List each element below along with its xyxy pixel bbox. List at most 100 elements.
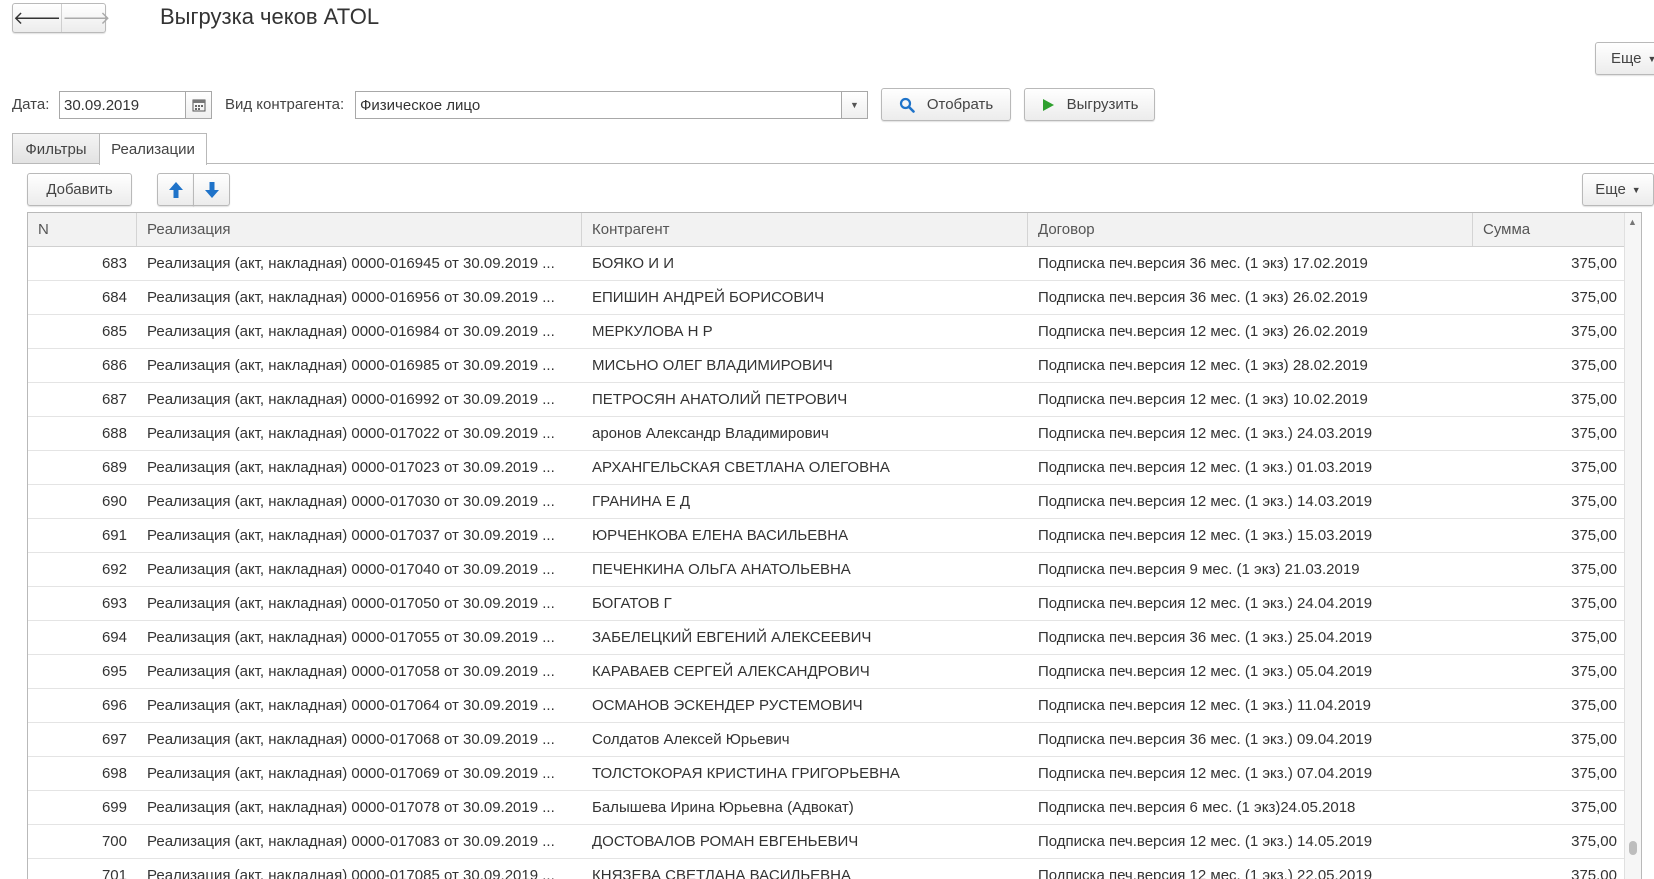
table-row[interactable]: 683 Реализация (акт, накладная) 0000-0169…	[28, 247, 1641, 281]
table-row[interactable]: 692 Реализация (акт, накладная) 0000-0170…	[28, 553, 1641, 587]
cell-sale: Реализация (акт, накладная) 0000-017058 …	[147, 663, 555, 680]
move-up-button[interactable]	[157, 173, 194, 206]
cell-contractor: ТОЛСТОКОРАЯ КРИСТИНА ГРИГОРЬЕВНА	[592, 765, 900, 782]
cell-contractor: ПЕЧЕНКИНА ОЛЬГА АНАТОЛЬЕВНА	[592, 561, 851, 578]
table-row[interactable]: 685 Реализация (акт, накладная) 0000-0169…	[28, 315, 1641, 349]
scroll-up-icon[interactable]: ▲	[1628, 217, 1637, 227]
cell-contract: Подписка печ.версия 12 мес. (1 экз.) 11.…	[1038, 697, 1371, 714]
table-row[interactable]: 696 Реализация (акт, накладная) 0000-0170…	[28, 689, 1641, 723]
cell-contractor: Балышева Ирина Юрьевна (Адвокат)	[592, 799, 854, 816]
table-row[interactable]: 700 Реализация (акт, накладная) 0000-0170…	[28, 825, 1641, 859]
header-more-button[interactable]: Еще ▼	[1595, 42, 1654, 75]
cell-sum: 375,00	[1571, 493, 1617, 510]
cell-contract: Подписка печ.версия 12 мес. (1 экз.) 14.…	[1038, 493, 1373, 510]
cell-contract: Подписка печ.версия 6 мес. (1 экз)24.05.…	[1038, 799, 1356, 816]
export-button[interactable]: Выгрузить	[1024, 88, 1155, 121]
back-button[interactable]: 🡐	[13, 4, 63, 32]
dropdown-button[interactable]: ▼	[842, 91, 868, 119]
arrow-up-icon	[168, 181, 183, 198]
tab-sales-label: Реализации	[111, 141, 195, 158]
cell-sum: 375,00	[1571, 561, 1617, 578]
table-row[interactable]: 697 Реализация (акт, накладная) 0000-0170…	[28, 723, 1641, 757]
scroll-thumb[interactable]	[1629, 841, 1637, 855]
cell-sum: 375,00	[1571, 663, 1617, 680]
cell-sale: Реализация (акт, накладная) 0000-017030 …	[147, 493, 555, 510]
cell-n: 683	[101, 255, 127, 272]
table-row[interactable]: 691 Реализация (акт, накладная) 0000-0170…	[28, 519, 1641, 553]
tab-sales[interactable]: Реализации	[99, 133, 207, 165]
cell-sale: Реализация (акт, накладная) 0000-017040 …	[147, 561, 555, 578]
cell-sale: Реализация (акт, накладная) 0000-017037 …	[147, 527, 555, 544]
chevron-down-icon: ▼	[850, 100, 859, 110]
cell-contract: Подписка печ.версия 12 мес. (1 экз) 26.0…	[1038, 323, 1368, 340]
arrow-left-icon: 🡐	[13, 7, 62, 28]
cell-n: 700	[101, 833, 127, 850]
table-row[interactable]: 689 Реализация (акт, накладная) 0000-0170…	[28, 451, 1641, 485]
cell-contract: Подписка печ.версия 12 мес. (1 экз.) 07.…	[1038, 765, 1373, 782]
table-row[interactable]: 699 Реализация (акт, накладная) 0000-0170…	[28, 791, 1641, 825]
cell-sale: Реализация (акт, накладная) 0000-017022 …	[147, 425, 555, 442]
forward-button[interactable]: 🡒	[62, 4, 110, 32]
cell-sum: 375,00	[1571, 425, 1617, 442]
cell-sum: 375,00	[1571, 765, 1617, 782]
cell-contract: Подписка печ.версия 12 мес. (1 экз.) 01.…	[1038, 459, 1373, 476]
table-row[interactable]: 690 Реализация (акт, накладная) 0000-0170…	[28, 485, 1641, 519]
cell-sale: Реализация (акт, накладная) 0000-017069 …	[147, 765, 555, 782]
cell-n: 693	[101, 595, 127, 612]
table-row[interactable]: 694 Реализация (акт, накладная) 0000-0170…	[28, 621, 1641, 655]
cell-contractor: ОСМАНОВ ЭСКЕНДЕР РУСТЕМОВИЧ	[592, 697, 863, 714]
cell-sale: Реализация (акт, накладная) 0000-017023 …	[147, 459, 555, 476]
calendar-button[interactable]	[186, 91, 212, 119]
cell-contractor: БОГАТОВ Г	[592, 595, 672, 612]
table-row[interactable]: 687 Реализация (акт, накладная) 0000-0169…	[28, 383, 1641, 417]
cell-n: 698	[101, 765, 127, 782]
cell-contract: Подписка печ.версия 36 мес. (1 экз.) 09.…	[1038, 731, 1373, 748]
page-title: Выгрузка чеков ATOL	[160, 4, 380, 29]
table-row[interactable]: 693 Реализация (акт, накладная) 0000-0170…	[28, 587, 1641, 621]
table-row[interactable]: 686 Реализация (акт, накладная) 0000-0169…	[28, 349, 1641, 383]
cell-contract: Подписка печ.версия 9 мес. (1 экз) 21.03…	[1038, 561, 1360, 578]
table-row[interactable]: 698 Реализация (акт, накладная) 0000-0170…	[28, 757, 1641, 791]
table-row[interactable]: 688 Реализация (акт, накладная) 0000-0170…	[28, 417, 1641, 451]
table-row[interactable]: 701 Реализация (акт, накладная) 0000-0170…	[28, 859, 1641, 879]
cell-contract: Подписка печ.версия 12 мес. (1 экз.) 22.…	[1038, 867, 1373, 879]
column-header-n[interactable]: N	[28, 213, 137, 246]
cell-n: 692	[101, 561, 127, 578]
date-field[interactable]: 30.09.2019	[59, 91, 186, 119]
contractor-kind-select[interactable]: Физическое лицо	[355, 91, 842, 119]
arrow-right-icon: 🡒	[62, 7, 111, 28]
table-more-label: Еще	[1595, 181, 1626, 198]
cell-sale: Реализация (акт, накладная) 0000-017050 …	[147, 595, 555, 612]
cell-contractor: ГРАНИНА Е Д	[592, 493, 691, 510]
vertical-scrollbar[interactable]: ▲	[1624, 213, 1641, 879]
table-row[interactable]: 684 Реализация (акт, накладная) 0000-0169…	[28, 281, 1641, 315]
cell-sale: Реализация (акт, накладная) 0000-016956 …	[147, 289, 555, 306]
cell-sum: 375,00	[1571, 527, 1617, 544]
column-header-sale[interactable]: Реализация	[137, 213, 582, 246]
search-icon	[899, 97, 915, 113]
column-header-contractor[interactable]: Контрагент	[582, 213, 1028, 246]
cell-sum: 375,00	[1571, 255, 1617, 272]
cell-contractor: аронов Александр Владимирович	[592, 425, 829, 442]
cell-n: 699	[101, 799, 127, 816]
column-header-contract[interactable]: Договор	[1028, 213, 1473, 246]
table-row[interactable]: 695 Реализация (акт, накладная) 0000-0170…	[28, 655, 1641, 689]
cell-contractor: КАРАВАЕВ СЕРГЕЙ АЛЕКСАНДРОВИЧ	[592, 663, 870, 680]
cell-sum: 375,00	[1571, 459, 1617, 476]
cell-contractor: АРХАНГЕЛЬСКАЯ СВЕТЛАНА ОЛЕГОВНА	[592, 459, 890, 476]
select-button[interactable]: Отобрать	[881, 88, 1011, 121]
column-header-sum[interactable]: Сумма	[1473, 213, 1627, 246]
table-more-button[interactable]: Еще ▼	[1582, 173, 1654, 206]
cell-sum: 375,00	[1571, 357, 1617, 374]
cell-contract: Подписка печ.версия 12 мес. (1 экз) 28.0…	[1038, 357, 1368, 374]
tab-filters[interactable]: Фильтры	[12, 133, 100, 164]
add-button[interactable]: Добавить	[27, 173, 132, 206]
cell-sale: Реализация (акт, накладная) 0000-017068 …	[147, 731, 555, 748]
move-down-button[interactable]	[193, 173, 230, 206]
cell-sum: 375,00	[1571, 595, 1617, 612]
cell-sum: 375,00	[1571, 391, 1617, 408]
cell-sum: 375,00	[1571, 697, 1617, 714]
cell-n: 685	[101, 323, 127, 340]
add-button-label: Добавить	[46, 181, 113, 198]
cell-contract: Подписка печ.версия 36 мес. (1 экз.) 25.…	[1038, 629, 1373, 646]
